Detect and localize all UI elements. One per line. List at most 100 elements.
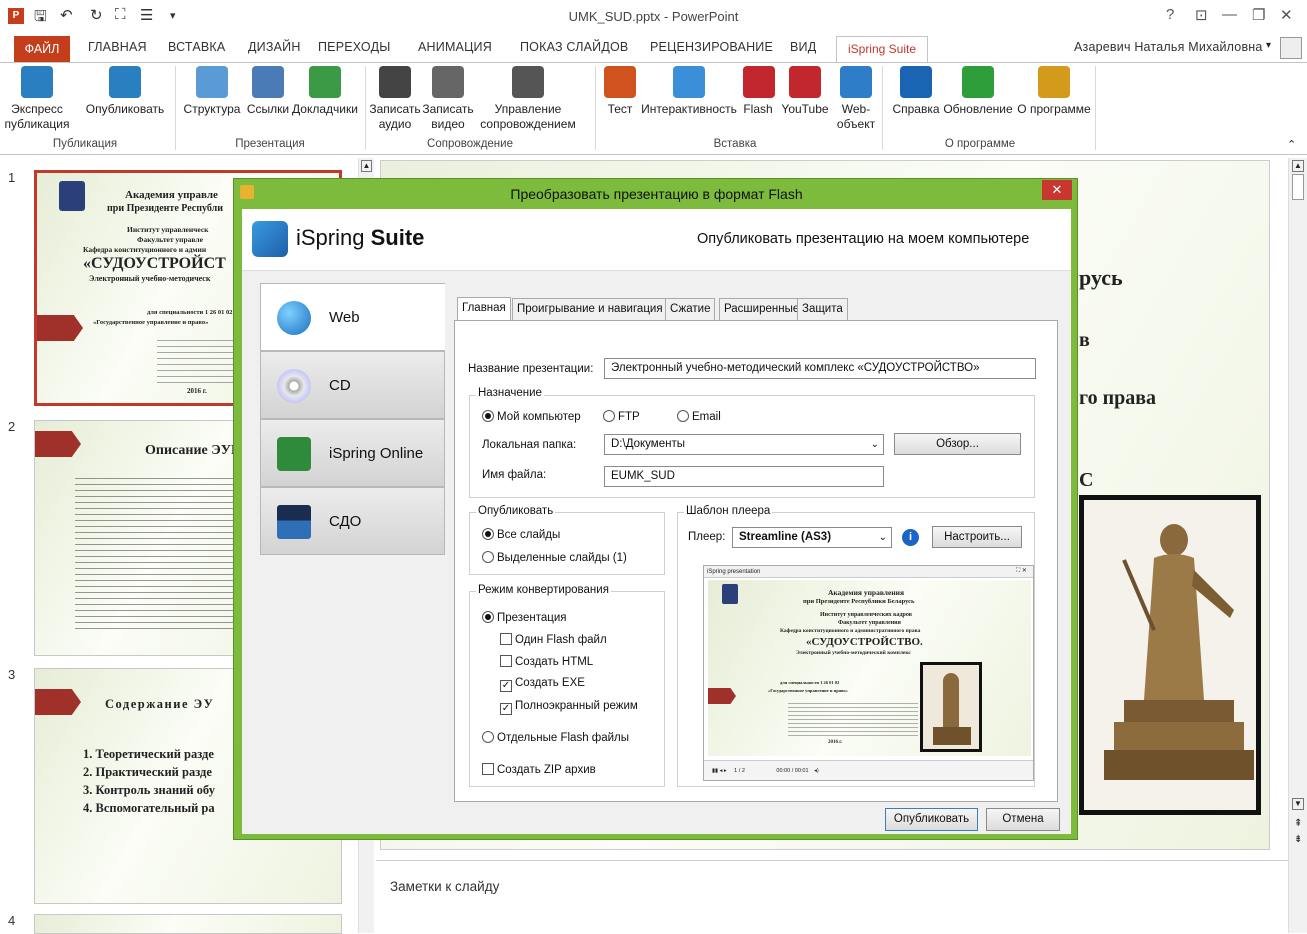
info-icon[interactable]: i [902, 529, 919, 546]
local-folder-select[interactable]: D:\Документы ⌄ [604, 434, 884, 455]
all-slides-option[interactable]: Все слайды [482, 528, 560, 541]
tab-design[interactable]: ДИЗАЙН [248, 40, 301, 54]
radio[interactable] [482, 551, 494, 563]
fullscreen-checkbox[interactable]: ✓ Полноэкранный режим [500, 700, 638, 715]
dest-ftp[interactable]: FTP [603, 410, 640, 423]
preview-text: 2016 г. [828, 740, 843, 745]
selected-slides-option[interactable]: Выделенные слайды (1) [482, 551, 627, 564]
dest-my-computer[interactable]: Мой компьютер [482, 410, 581, 423]
tab-compression[interactable]: Сжатие [665, 298, 716, 320]
notes-pane[interactable]: Заметки к слайду [376, 860, 1288, 933]
scroll-thumb[interactable] [1292, 174, 1304, 200]
ribbon-button-5[interactable]: Докладчики [291, 66, 359, 117]
radio-selected[interactable] [482, 528, 494, 540]
ribbon-button-15[interactable]: Обновление [940, 66, 1016, 117]
tab-ispring-suite[interactable]: iSpring Suite [836, 36, 928, 63]
nav-ispring-online[interactable]: iSpring Online [260, 419, 445, 487]
maximize-button[interactable]: ❐ [1252, 6, 1265, 24]
browse-button[interactable]: Обзор... [894, 433, 1021, 455]
tab-transitions[interactable]: ПЕРЕХОДЫ [318, 40, 391, 54]
separate-flash-option[interactable]: Отдельные Flash файлы [482, 731, 629, 744]
ribbon-button-8[interactable]: Управление сопровождением [480, 66, 576, 132]
slide-scrollbar[interactable]: ▲ ▼ ⇞ ⇟ [1288, 158, 1307, 933]
ribbon-display-button[interactable]: ⊡ [1195, 6, 1208, 24]
tab-slideshow[interactable]: ПОКАЗ СЛАЙДОВ [520, 40, 628, 54]
file-name-input[interactable]: EUMK_SUD [604, 466, 884, 487]
tab-home[interactable]: ГЛАВНАЯ [88, 40, 147, 54]
user-menu-chevron-icon[interactable]: ▾ [1266, 40, 1271, 51]
close-button[interactable]: ✕ [1280, 6, 1293, 24]
checkbox[interactable] [500, 633, 512, 645]
ribbon-button-14[interactable]: Справка [887, 66, 945, 117]
checkbox[interactable] [500, 655, 512, 667]
statue-figure [943, 673, 959, 729]
ribbon-button-10[interactable]: Интерактивность [636, 66, 742, 117]
tab-insert[interactable]: ВСТАВКА [168, 40, 225, 54]
ribbon-button-4[interactable]: Ссылки [245, 66, 291, 117]
slide-thumbnail-4[interactable] [34, 914, 342, 934]
ribbon-button-13[interactable]: Web-объект [836, 66, 876, 132]
radio-selected[interactable] [482, 611, 494, 623]
zip-archive-checkbox[interactable]: Создать ZIP архив [482, 763, 596, 776]
dialog-close-button[interactable]: ✕ [1042, 180, 1072, 200]
configure-player-button[interactable]: Настроить... [932, 526, 1022, 548]
tab-animation[interactable]: АНИМАЦИЯ [418, 40, 492, 54]
collapse-ribbon-icon[interactable]: ⌃ [1287, 138, 1296, 151]
tab-main[interactable]: Главная [457, 297, 511, 320]
scroll-up-icon[interactable]: ▲ [1292, 160, 1304, 172]
nav-web[interactable]: Web [260, 283, 445, 351]
single-flash-checkbox[interactable]: Один Flash файл [500, 633, 607, 646]
tab-review[interactable]: РЕЦЕНЗИРОВАНИЕ [650, 40, 773, 54]
scroll-down-icon[interactable]: ▼ [1292, 798, 1304, 810]
brand-name-ispring: iSpring [296, 225, 365, 250]
publish-button[interactable]: Опубликовать [885, 808, 978, 831]
checkbox-checked[interactable]: ✓ [500, 680, 512, 692]
tab-advanced[interactable]: Расширенные [719, 298, 805, 320]
user-name[interactable]: Азаревич Наталья Михайловна [1074, 40, 1263, 54]
ribbon-button-label: Записать видео [422, 102, 474, 131]
ribbon-button-label: Докладчики [292, 102, 358, 116]
mode-presentation-label: Презентация [497, 612, 567, 624]
tab-playback-navigation[interactable]: Проигрывание и навигация [512, 298, 668, 320]
radio[interactable] [677, 410, 689, 422]
checkbox[interactable] [482, 763, 494, 775]
player-select[interactable]: Streamline (AS3) ⌄ [732, 527, 892, 548]
radio[interactable] [603, 410, 615, 422]
group-insert: Вставка [713, 138, 757, 150]
checkbox-checked[interactable]: ✓ [500, 703, 512, 715]
thumb-text: Кафедра конституционного и админ [83, 245, 207, 254]
dest-email[interactable]: Email [677, 410, 721, 423]
previous-slide-icon[interactable]: ⇞ [1294, 818, 1302, 829]
ribbon-button-12[interactable]: YouTube [777, 66, 833, 117]
tab-file[interactable]: ФАЙЛ [14, 36, 70, 62]
nav-lms[interactable]: СДО [260, 487, 445, 555]
slide-number: 1 [8, 170, 16, 185]
red-arrow-shape [35, 689, 81, 715]
help-button[interactable]: ? [1166, 6, 1174, 23]
ribbon-button-2[interactable]: Опубликовать [80, 66, 170, 117]
next-slide-icon[interactable]: ⇟ [1294, 834, 1302, 845]
presentation-title-input[interactable]: Электронный учебно-методический комплекс… [604, 358, 1036, 379]
nav-cd[interactable]: CD [260, 351, 445, 419]
create-html-checkbox[interactable]: Создать HTML [500, 655, 593, 668]
ribbon-button-11[interactable]: Flash [743, 66, 775, 117]
file-name-label: Имя файла: [482, 469, 547, 481]
ribbon-button-3[interactable]: Структура [178, 66, 246, 117]
avatar[interactable] [1280, 37, 1302, 59]
ribbon-button-9[interactable]: Тест [603, 66, 637, 117]
mode-presentation-option[interactable]: Презентация [482, 611, 566, 624]
tab-view[interactable]: ВИД [790, 40, 816, 54]
radio-selected[interactable] [482, 410, 494, 422]
red-arrow-shape [37, 315, 83, 341]
ribbon-separator [882, 66, 883, 150]
ribbon-button-7[interactable]: Записать видео [422, 66, 474, 132]
radio[interactable] [482, 731, 494, 743]
ribbon-button-1[interactable]: Экспресс публикация [2, 66, 72, 132]
create-exe-checkbox[interactable]: ✓ Создать EXE [500, 677, 585, 692]
minimize-button[interactable]: — [1222, 6, 1237, 23]
ribbon-button-16[interactable]: О программе [1014, 66, 1094, 117]
scroll-up-icon[interactable]: ▲ [361, 160, 372, 172]
cancel-button[interactable]: Отмена [986, 808, 1060, 831]
ribbon-button-6[interactable]: Записать аудио [369, 66, 421, 132]
tab-protection[interactable]: Защита [797, 298, 848, 320]
